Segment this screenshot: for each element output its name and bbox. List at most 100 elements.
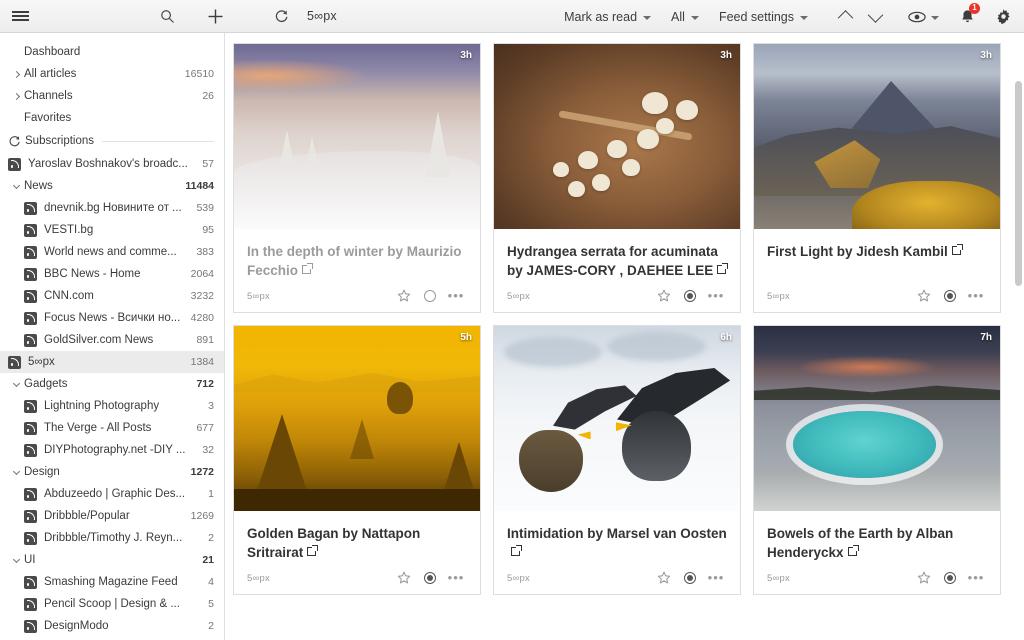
view-mode-dropdown[interactable]	[902, 0, 944, 33]
sidebar-item-dnevnik-bg-новините-от-[interactable]: dnevnik.bg Новините от ... 539	[0, 197, 224, 219]
sidebar-item-dashboard[interactable]: Dashboard	[0, 41, 224, 63]
sidebar-item-pencil-scoop-design-[interactable]: Pencil Scoop | Design & ... 5	[0, 593, 224, 615]
vertical-scrollbar[interactable]	[1015, 81, 1022, 286]
collapse-arrow-icon[interactable]	[8, 181, 24, 190]
sidebar-item-dribbble-popular[interactable]: Dribbble/Popular 1269	[0, 505, 224, 527]
sidebar-item-ui[interactable]: UI 21	[0, 549, 224, 571]
sidebar-item-focus-news-всички-но-[interactable]: Focus News - Всички но... 4280	[0, 307, 224, 329]
star-icon[interactable]	[391, 565, 417, 591]
read-status-toggle[interactable]	[937, 283, 963, 309]
article-footer: 5∞px •••	[754, 562, 1000, 594]
article-title[interactable]: Golden Bagan by Nattapon Sritrairat	[247, 524, 467, 562]
more-options-icon[interactable]: •••	[443, 283, 469, 309]
article-title[interactable]: Intimidation by Marsel van Oosten	[507, 524, 727, 562]
read-status-toggle[interactable]	[417, 283, 443, 309]
more-options-icon[interactable]: •••	[443, 565, 469, 591]
sidebar-item-count: 4280	[190, 312, 214, 324]
next-article-button[interactable]	[860, 0, 890, 33]
star-icon[interactable]	[391, 283, 417, 309]
article-card[interactable]: 6h Intimidation by Marsel van Oosten 5∞px •…	[493, 325, 741, 595]
external-link-icon[interactable]	[847, 545, 859, 556]
article-body: First Light by Jidesh Kambil	[754, 229, 1000, 280]
sidebar-item-5-px[interactable]: 5∞px 1384	[0, 351, 224, 373]
sidebar-item-all-articles[interactable]: All articles 16510	[0, 63, 224, 85]
article-card[interactable]: 7h Bowels of the Earth by Alban Henderyck…	[753, 325, 1001, 595]
sidebar-item-yaroslav-boshnakov-s-broadc-[interactable]: Yaroslav Boshnakov's broadc... 57	[0, 153, 224, 175]
filter-dropdown[interactable]: All	[661, 0, 709, 33]
sidebar-item-smashing-magazine-feed[interactable]: Smashing Magazine Feed 4	[0, 571, 224, 593]
read-status-toggle[interactable]	[677, 565, 703, 591]
article-title[interactable]: In the depth of winter by Maurizio Fecch…	[247, 242, 467, 280]
sidebar-item-vesti-bg[interactable]: VESTI.bg 95	[0, 219, 224, 241]
article-title-text: Golden Bagan by Nattapon Sritrairat	[247, 526, 421, 560]
sidebar-item-news[interactable]: News 11484	[0, 175, 224, 197]
star-icon[interactable]	[651, 283, 677, 309]
star-icon[interactable]	[911, 565, 937, 591]
star-icon[interactable]	[651, 565, 677, 591]
sidebar-item-goldsilver-com-news[interactable]: GoldSilver.com News 891	[0, 329, 224, 351]
more-options-icon[interactable]: •••	[703, 283, 729, 309]
sidebar-item-channels[interactable]: Channels 26	[0, 85, 224, 107]
external-link-icon[interactable]	[951, 244, 963, 255]
sidebar-item-label: All articles	[24, 68, 77, 80]
refresh-icon[interactable]	[264, 0, 299, 33]
read-status-toggle[interactable]	[677, 283, 703, 309]
article-footer: 5∞px •••	[754, 280, 1000, 312]
more-options-icon[interactable]: •••	[703, 565, 729, 591]
filter-label: All	[671, 9, 685, 24]
article-card[interactable]: 3h Hydrangea serrata for acuminata by JAM…	[493, 43, 741, 313]
sidebar-item-designmodo[interactable]: DesignModo 2	[0, 615, 224, 637]
plus-icon[interactable]	[197, 0, 234, 33]
read-status-toggle[interactable]	[937, 565, 963, 591]
more-options-icon[interactable]: •••	[963, 565, 989, 591]
previous-article-button[interactable]	[830, 0, 860, 33]
article-thumbnail[interactable]: 3h	[754, 44, 1000, 229]
mark-as-read-button[interactable]: Mark as read	[554, 0, 661, 33]
sidebar-item-world-news-and-comme-[interactable]: World news and comme... 383	[0, 241, 224, 263]
sidebar-item-lightning-photography[interactable]: Lightning Photography 3	[0, 395, 224, 417]
article-title[interactable]: Hydrangea serrata for acuminata by JAMES…	[507, 242, 729, 280]
hamburger-icon[interactable]	[0, 0, 40, 33]
sidebar-item-count: 95	[202, 224, 214, 236]
article-thumbnail[interactable]: 6h	[494, 326, 740, 511]
read-status-toggle[interactable]	[417, 565, 443, 591]
sidebar-item-count: 712	[196, 378, 214, 390]
sidebar-item-design[interactable]: Design 1272	[0, 461, 224, 483]
sidebar-item-diyphotography-net-diy-[interactable]: DIYPhotography.net -DIY ... 32	[0, 439, 224, 461]
sidebar-item-abduzeedo-graphic-des-[interactable]: Abduzeedo | Graphic Des... 1	[0, 483, 224, 505]
article-title[interactable]: First Light by Jidesh Kambil	[767, 242, 987, 261]
sidebar-item-bbc-news-home[interactable]: BBC News - Home 2064	[0, 263, 224, 285]
article-thumbnail[interactable]: 5h	[234, 326, 480, 511]
sidebar-item-label: World news and comme...	[44, 246, 177, 258]
external-link-icon[interactable]	[511, 545, 522, 556]
article-card[interactable]: 3h In the depth of winter by Maurizio Fec…	[233, 43, 481, 313]
sidebar-item-favorites[interactable]: Favorites	[0, 107, 224, 129]
article-title[interactable]: Bowels of the Earth by Alban Henderyckx	[767, 524, 987, 562]
article-thumbnail[interactable]: 3h	[494, 44, 740, 229]
external-link-icon[interactable]	[307, 545, 319, 556]
feed-settings-dropdown[interactable]: Feed settings	[709, 0, 818, 33]
collapse-arrow-icon[interactable]	[8, 467, 24, 476]
external-link-icon[interactable]	[302, 263, 314, 274]
sidebar-item-dribbble-timothy-j-reyn-[interactable]: Dribbble/Timothy J. Reyn... 2	[0, 527, 224, 549]
article-card[interactable]: 5h Golden Bagan by Nattapon Sritrairat 5∞p…	[233, 325, 481, 595]
sidebar-item-cnn-com[interactable]: CNN.com 3232	[0, 285, 224, 307]
expand-arrow-icon[interactable]	[8, 92, 24, 100]
sidebar-item-label: dnevnik.bg Новините от ...	[44, 202, 182, 214]
sidebar-item-count: 32	[202, 444, 214, 456]
notifications-button[interactable]: 1	[952, 0, 982, 33]
more-options-icon[interactable]: •••	[963, 283, 989, 309]
star-icon[interactable]	[911, 283, 937, 309]
sidebar-item-the-verge-all-posts[interactable]: The Verge - All Posts 677	[0, 417, 224, 439]
article-thumbnail[interactable]: 7h	[754, 326, 1000, 511]
settings-button[interactable]	[988, 0, 1018, 33]
external-link-icon[interactable]	[717, 263, 729, 274]
article-card[interactable]: 3h First Light by Jidesh Kambil 5∞px •••	[753, 43, 1001, 313]
article-thumbnail[interactable]: 3h	[234, 44, 480, 229]
collapse-arrow-icon[interactable]	[8, 555, 24, 564]
search-icon[interactable]	[150, 0, 185, 33]
collapse-arrow-icon[interactable]	[8, 379, 24, 388]
sidebar-item-gadgets[interactable]: Gadgets 712	[0, 373, 224, 395]
expand-arrow-icon[interactable]	[8, 70, 24, 78]
current-feed-title: 5∞px	[307, 9, 337, 23]
